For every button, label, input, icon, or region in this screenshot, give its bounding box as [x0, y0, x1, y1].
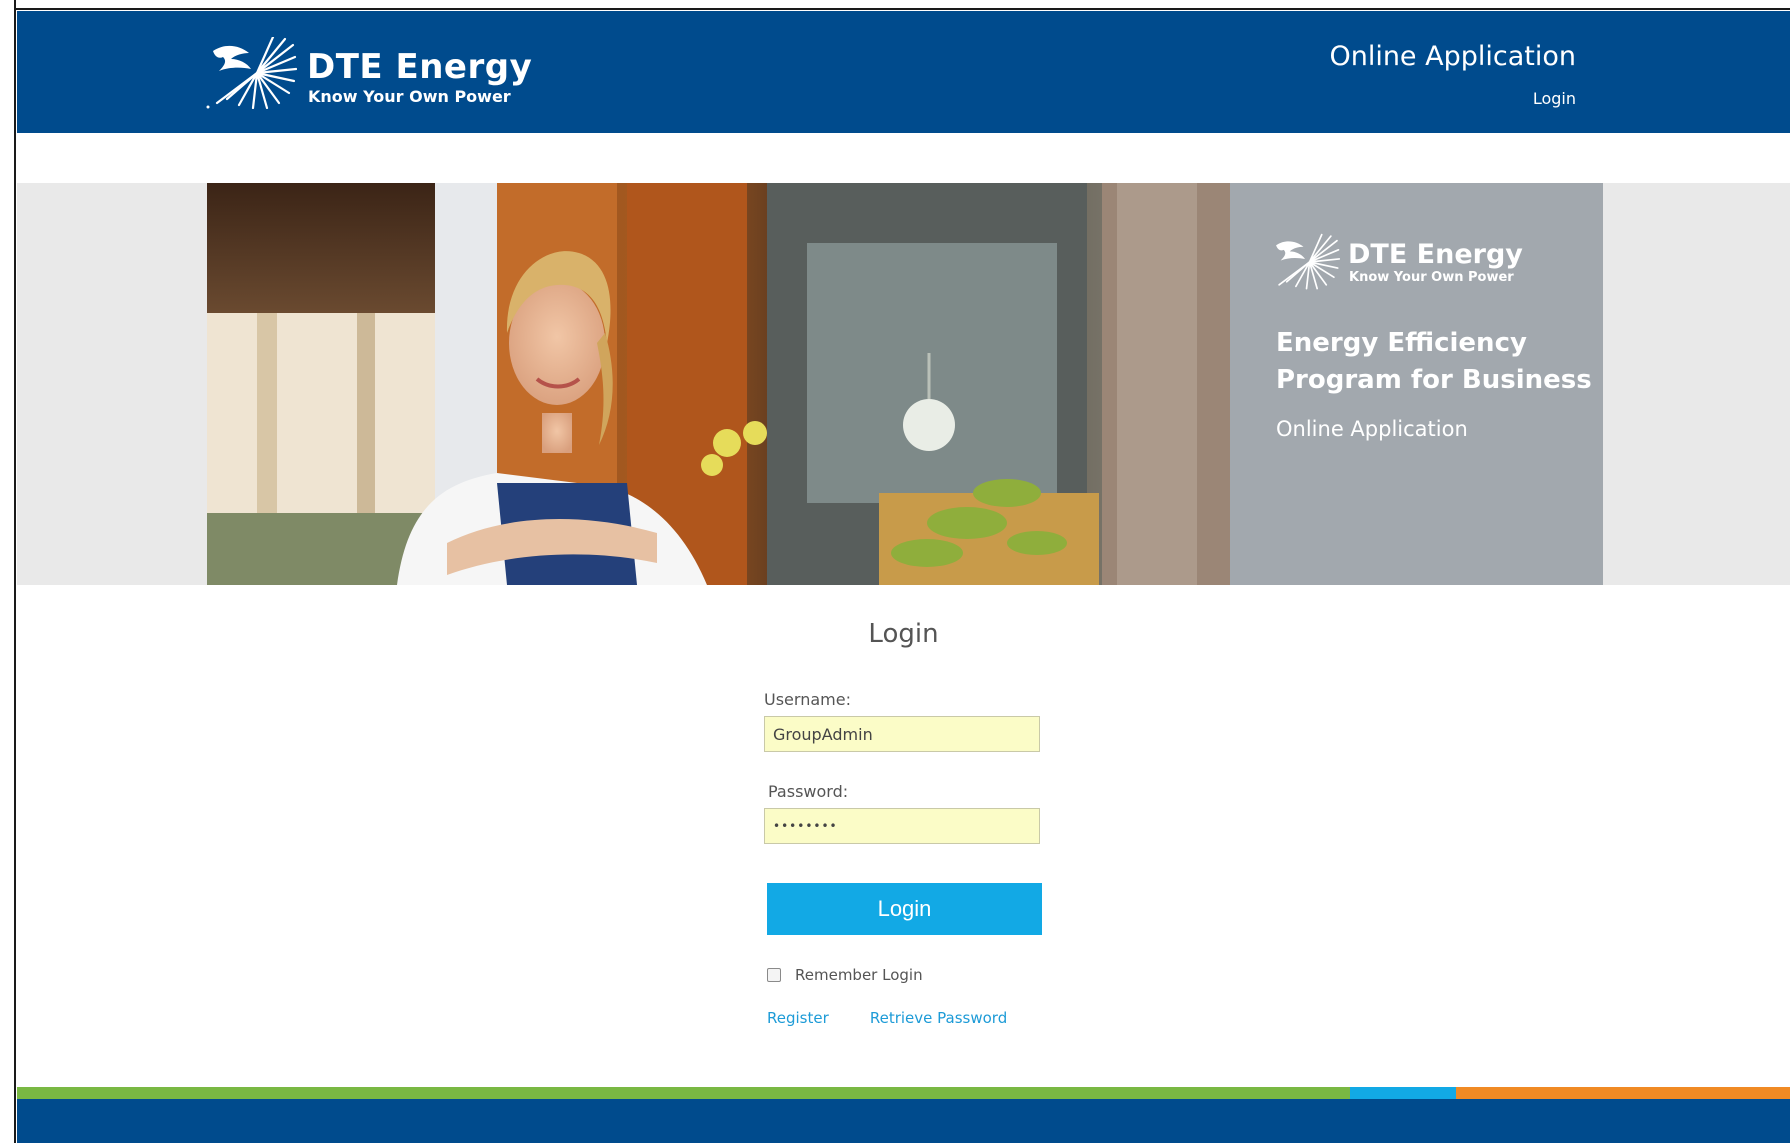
- window-frame-left: [0, 0, 16, 1143]
- hero-banner: DTE Energy Know Your Own Power Energy Ef…: [207, 183, 1603, 585]
- footer-stripe-green: [17, 1087, 1350, 1099]
- banner-brand-name: DTE Energy: [1348, 239, 1523, 270]
- footer-stripe-blue: [1350, 1087, 1456, 1099]
- banner-heading-line2: Program for Business: [1276, 365, 1592, 395]
- footer-stripe-orange: [1456, 1087, 1790, 1099]
- remember-login-label: Remember Login: [795, 966, 923, 984]
- remember-login[interactable]: Remember Login: [767, 966, 923, 984]
- banner-heading-line1: Energy Efficiency: [1276, 328, 1527, 358]
- banner-subheading: Online Application: [1276, 417, 1468, 441]
- login-form: Username: Password: •••••••• Login Remem…: [764, 690, 1044, 1027]
- auth-links: Register Retrieve Password: [767, 1008, 1043, 1027]
- password-label: Password:: [768, 782, 849, 801]
- banner-brand-tagline: Know Your Own Power: [1349, 270, 1514, 285]
- header-login-link[interactable]: Login: [1533, 89, 1576, 108]
- password-field[interactable]: ••••••••: [764, 808, 1040, 844]
- banner-panel: DTE Energy Know Your Own Power Energy Ef…: [1230, 183, 1603, 585]
- login-button[interactable]: Login: [767, 883, 1042, 935]
- app-title: Online Application: [1329, 41, 1576, 72]
- brand-tagline: Know Your Own Power: [308, 87, 511, 106]
- remember-login-checkbox[interactable]: [767, 968, 781, 982]
- login-title: Login: [868, 619, 939, 649]
- username-label: Username:: [764, 690, 851, 709]
- register-link[interactable]: Register: [767, 1009, 829, 1027]
- dte-sunburst-logo-icon: [1276, 233, 1340, 290]
- banner-heading: Energy Efficiency Program for Business: [1276, 325, 1596, 399]
- dte-logo-link[interactable]: DTE Energy Know Your Own Power: [205, 27, 545, 117]
- site-header: DTE Energy Know Your Own Power Online Ap…: [17, 11, 1790, 133]
- hero-photo: [207, 183, 1230, 585]
- window-frame-top: [0, 0, 1790, 10]
- username-field[interactable]: [764, 716, 1040, 752]
- dte-sunburst-logo-icon: [206, 37, 297, 109]
- sub-navigation-bar: [17, 133, 1790, 183]
- site-footer: [17, 1099, 1790, 1143]
- retrieve-password-link[interactable]: Retrieve Password: [870, 1009, 1007, 1027]
- brand-name: DTE Energy: [307, 47, 533, 87]
